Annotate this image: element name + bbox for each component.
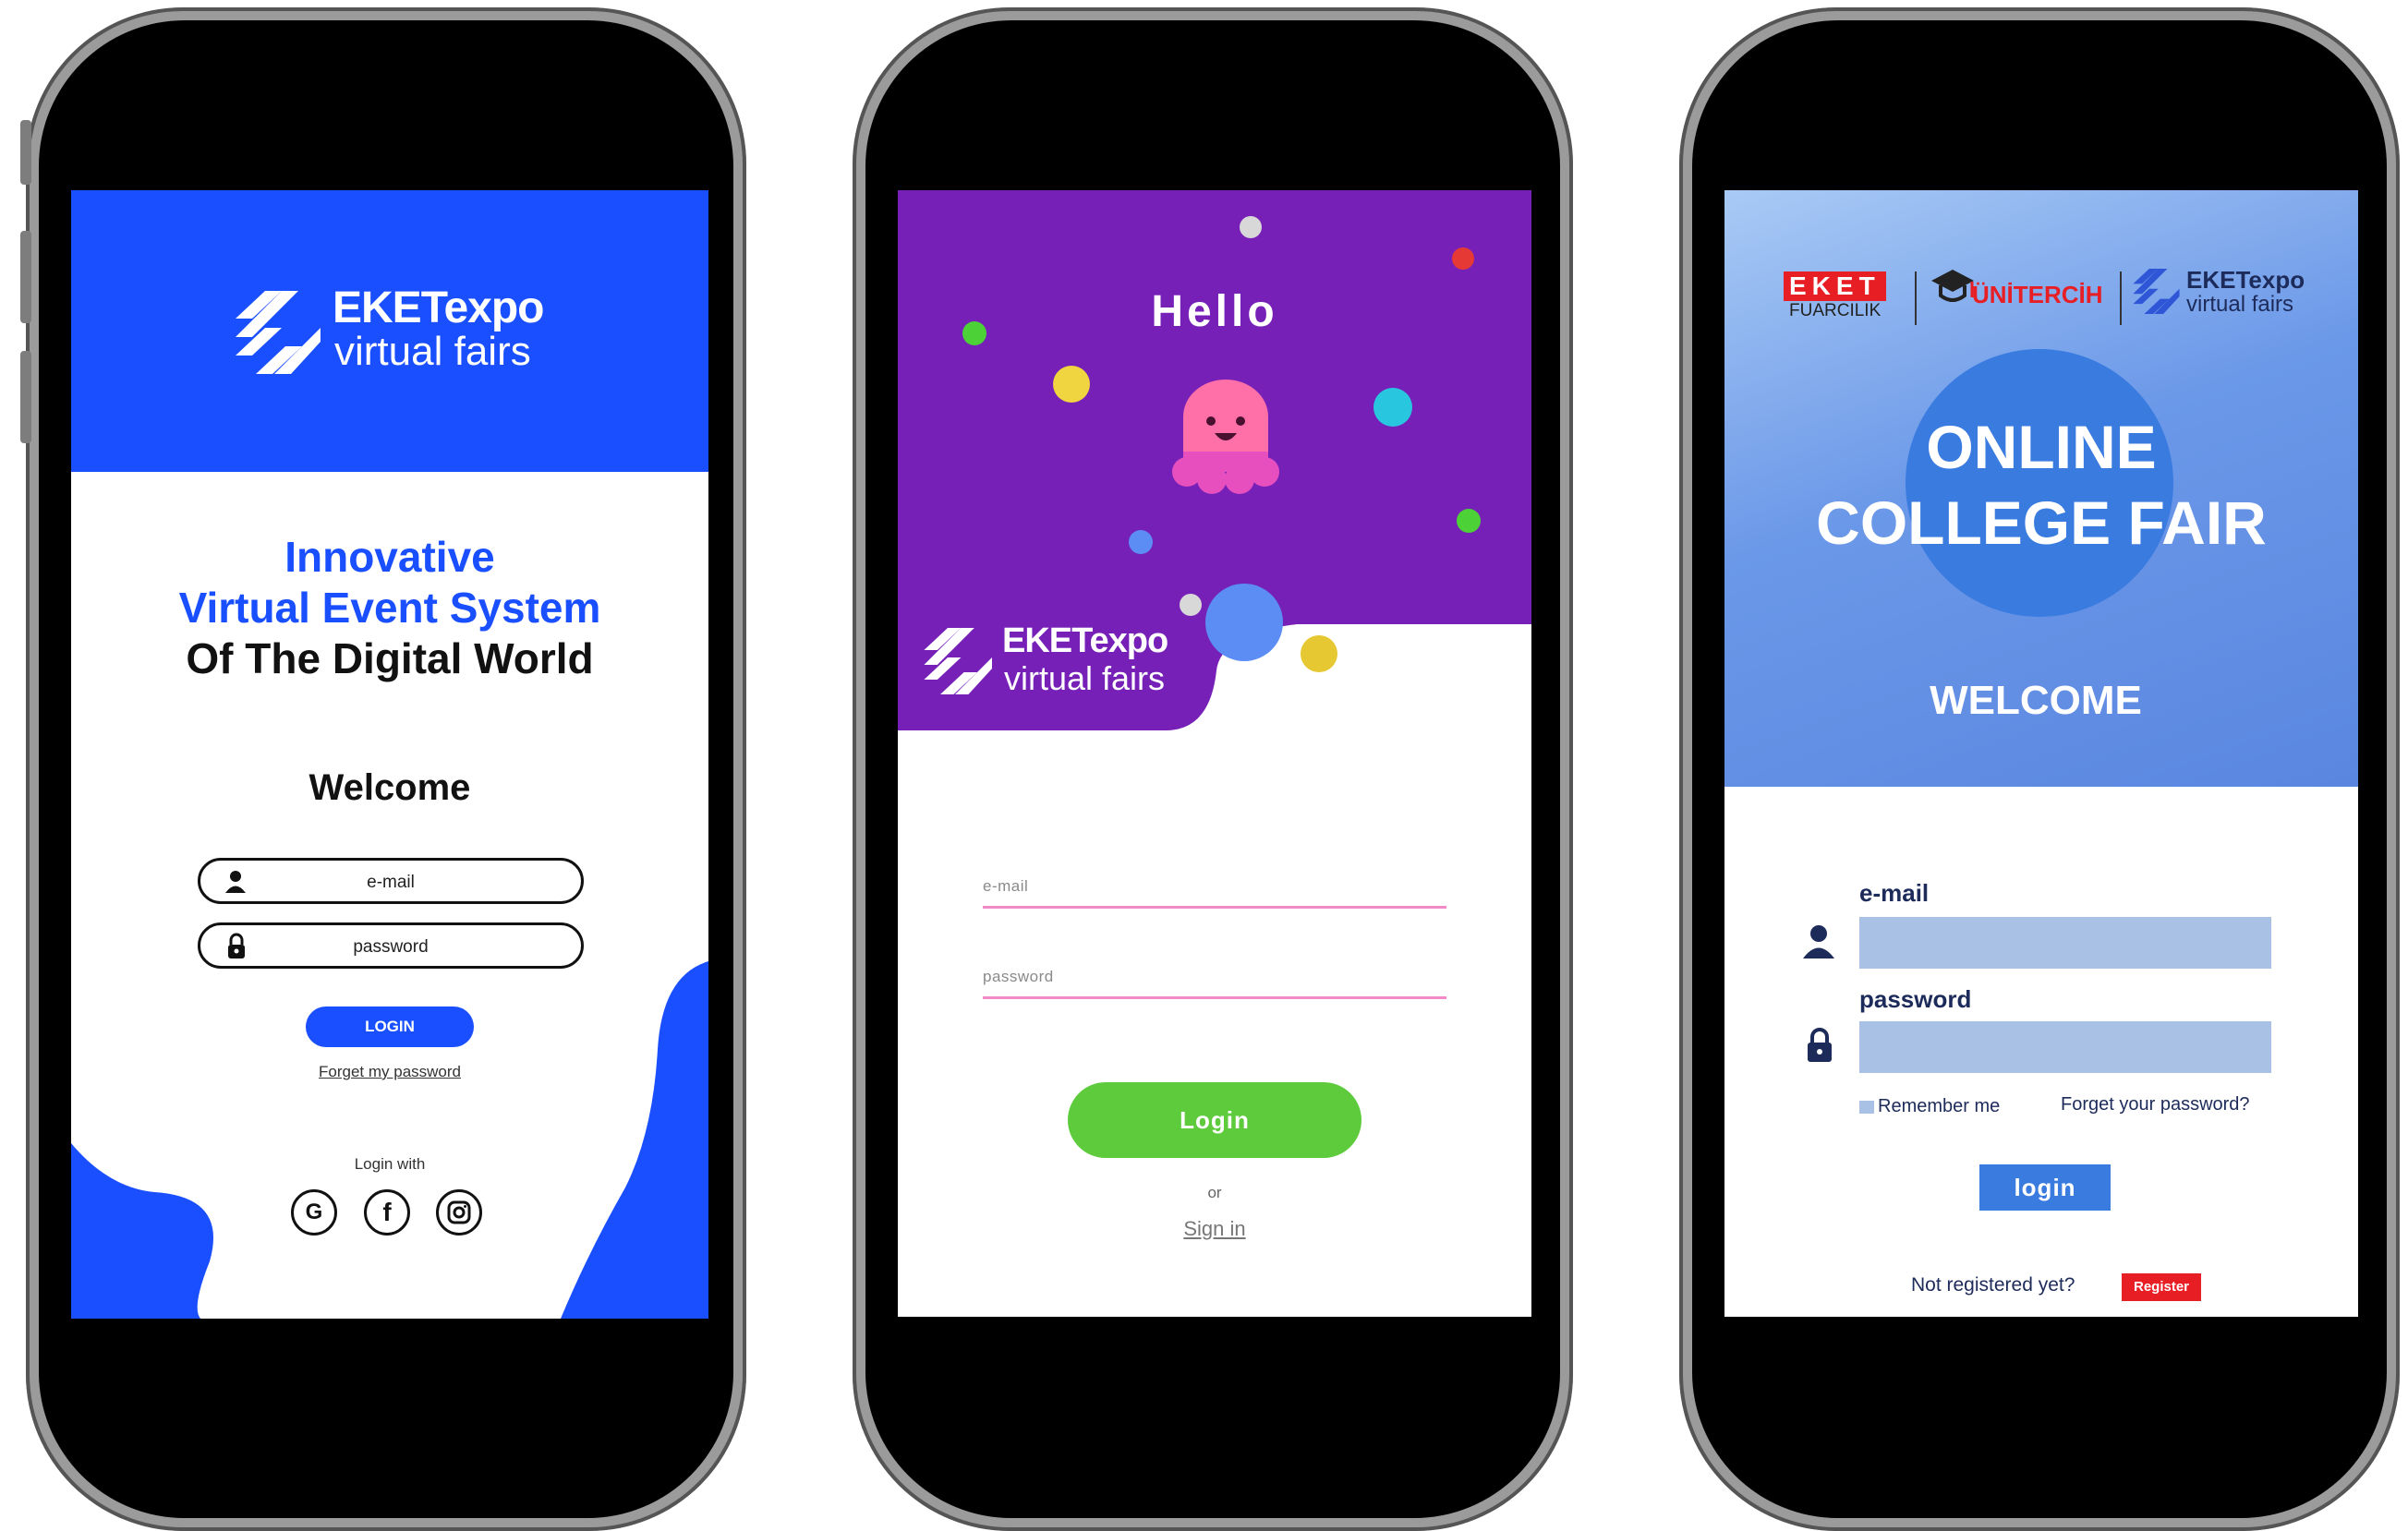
login-screen-3: EKET FUARCILIK ÜNİTERCİH EKETexpo virtua… — [1724, 190, 2358, 1317]
logo-subtitle: virtual fairs — [1004, 659, 1166, 697]
login-with-label: Login with — [354, 1155, 426, 1173]
email-field[interactable] — [983, 906, 1446, 909]
graduation-cap-icon — [1931, 270, 1974, 302]
user-icon — [1803, 925, 1834, 958]
password-input[interactable] — [1859, 1021, 2271, 1073]
register-button[interactable]: Register — [2122, 1273, 2201, 1301]
login-button[interactable]: login — [1979, 1164, 2111, 1211]
remember-me-label: Remember me — [1878, 1096, 2001, 1116]
title-circle — [1906, 349, 2173, 617]
email-field-label: e-mail — [1859, 879, 1930, 907]
lock-icon — [1808, 1028, 1832, 1062]
remember-me-checkbox[interactable] — [1859, 1101, 1874, 1114]
decor-dot — [1301, 635, 1337, 672]
signin-link[interactable]: Sign in — [898, 1217, 1531, 1241]
facebook-icon[interactable]: f — [364, 1189, 410, 1236]
phone-side-button — [20, 120, 31, 185]
brand-divider — [2120, 271, 2122, 325]
hello-greeting: Hello — [1151, 287, 1278, 336]
password-field[interactable] — [983, 996, 1446, 999]
brand-divider — [1915, 271, 1917, 325]
unitercih-logo-text: ÜNİTERCİH — [1972, 281, 2103, 308]
eket-logo-text: EKET — [1784, 271, 1886, 301]
or-divider-text: or — [1207, 1184, 1222, 1201]
not-registered-text: Not registered yet? — [1911, 1274, 2075, 1296]
eketexpo-logo-icon — [924, 628, 992, 694]
octopus-mascot-icon — [1172, 380, 1279, 494]
eketexpo-logo-subtitle: virtual fairs — [2186, 292, 2294, 317]
title-line1: ONLINE — [1926, 413, 2157, 481]
eketexpo-logo-brand: EKETexpo — [2186, 266, 2305, 294]
email-field-label: e-mail — [983, 877, 1029, 895]
phone-side-button — [20, 351, 31, 443]
password-field-label: password — [1859, 985, 1972, 1013]
decor-dot — [1373, 388, 1412, 427]
decor-dot — [962, 321, 986, 345]
email-input[interactable] — [1859, 917, 2271, 969]
login-button[interactable]: Login — [1068, 1082, 1361, 1158]
phone-side-button — [20, 231, 31, 323]
instagram-icon[interactable] — [436, 1189, 482, 1236]
login-screen-1: EKETexpo virtual fairs Innovative Virtua… — [71, 190, 708, 1319]
decor-dot — [1180, 594, 1202, 616]
login-screen-2: Hello EKETexpo virtual fairs e-mail pass… — [898, 190, 1531, 1317]
eketexpo-logo-icon — [2133, 268, 2180, 315]
decor-dot — [1205, 584, 1283, 661]
password-field-label: password — [983, 968, 1054, 985]
forgot-password-link[interactable]: Forget your password? — [2061, 1094, 2250, 1115]
decor-dot — [1240, 216, 1262, 238]
decor-dot — [1452, 247, 1474, 270]
google-icon[interactable]: G — [291, 1189, 337, 1236]
welcome-heading: WELCOME — [1930, 678, 2142, 723]
title-line2: COLLEGE FAIR — [1816, 488, 2267, 557]
logo-brand: EKETexpo — [1002, 621, 1168, 660]
decor-dot — [1129, 530, 1153, 554]
fuarcilik-text: FUARCILIK — [1789, 301, 1882, 320]
decor-dot — [1457, 509, 1481, 533]
decorative-blobs — [71, 961, 708, 1319]
decor-dot — [1053, 366, 1090, 403]
eket-fuarcilik-logo: EKET — [1784, 271, 1886, 301]
